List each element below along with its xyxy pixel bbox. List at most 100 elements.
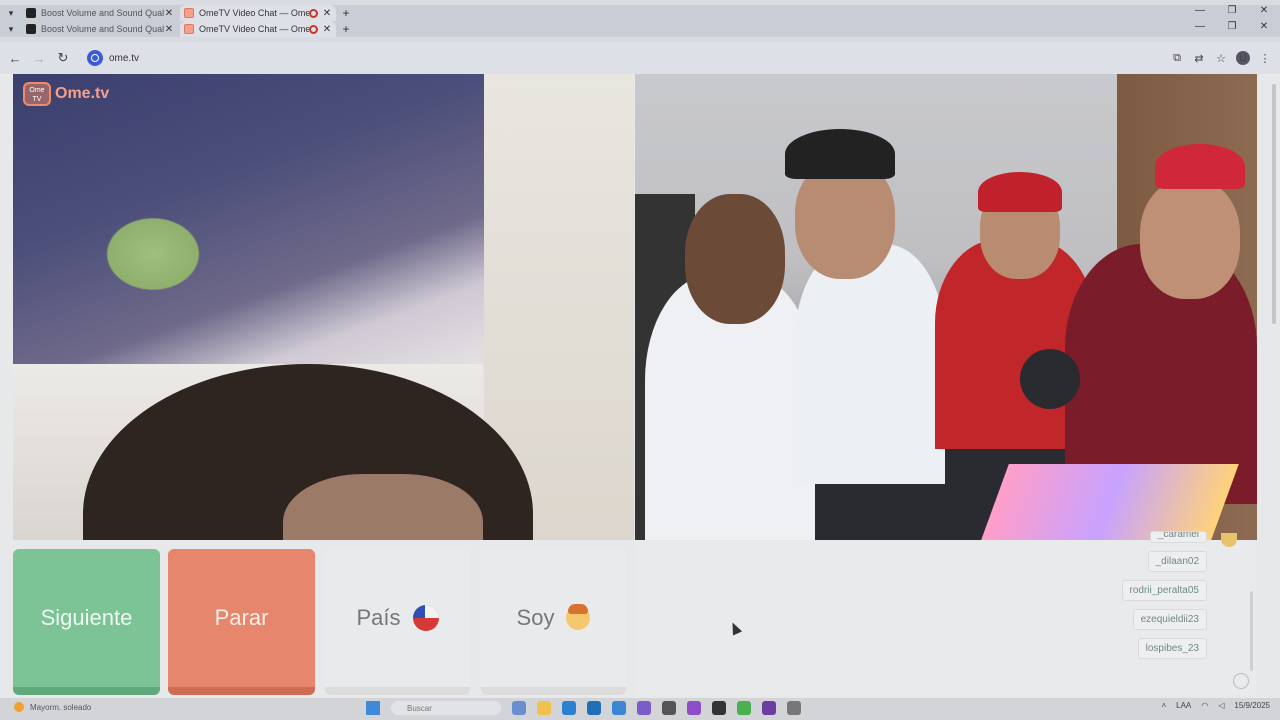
window-controls: — ❐ ✕	[1184, 21, 1280, 32]
remote-video	[635, 74, 1257, 540]
tab-search-chevron-icon[interactable]: ▾	[0, 8, 22, 19]
chat-username[interactable]: lospibes_23	[1137, 638, 1207, 659]
emoji-picker-icon[interactable]	[1233, 673, 1249, 689]
close-tab-icon[interactable]: ✕	[164, 24, 174, 35]
weather-widget[interactable]: Mayorm. soleado	[14, 702, 91, 712]
ometv-page: Ome TV Ome.tv Siguiente Parar País Soy _…	[0, 74, 1280, 698]
country-button[interactable]: País	[325, 549, 470, 695]
page-scrollbar[interactable]	[1272, 84, 1276, 324]
remote-person-4-cap	[1155, 144, 1245, 189]
forward-icon[interactable]: →	[27, 51, 51, 66]
remote-person-2-cap	[785, 129, 895, 179]
site-info-icon[interactable]	[87, 50, 103, 66]
close-window-icon[interactable]: ✕	[1248, 21, 1280, 32]
ometv-logo-badge: Ome TV	[23, 82, 51, 106]
chile-flag-icon	[412, 605, 439, 631]
tab-favicon-icon	[26, 8, 36, 18]
sun-icon	[14, 702, 24, 712]
restore-icon[interactable]: ❐	[1216, 5, 1248, 16]
tab-title: OmeTV Video Chat — Ome	[199, 8, 309, 18]
store-icon[interactable]	[587, 701, 601, 715]
tab-boost-volume[interactable]: Boost Volume and Sound Qual ✕	[22, 5, 178, 21]
app-icon[interactable]	[687, 701, 701, 715]
new-tab-button[interactable]: +	[338, 22, 354, 36]
window-controls: — ❐ ✕	[1184, 5, 1280, 16]
local-user-face	[283, 474, 483, 540]
gender-button[interactable]: Soy	[481, 549, 626, 695]
ometv-favicon-icon	[184, 8, 194, 18]
app-icon[interactable]	[662, 701, 676, 715]
tab-boost-volume[interactable]: Boost Volume and Sound Qual ✕	[22, 21, 178, 37]
vscode-icon[interactable]	[612, 701, 626, 715]
menu-kebab-icon[interactable]: ⋮	[1258, 52, 1272, 65]
minimize-icon[interactable]: —	[1184, 5, 1216, 16]
bookmark-star-icon[interactable]: ☆	[1214, 52, 1228, 65]
ometv-favicon-icon	[184, 24, 194, 34]
rgb-keyboard	[981, 464, 1239, 540]
logo-text: Ome.tv	[55, 85, 110, 102]
chat-scrollbar[interactable]	[1250, 591, 1253, 671]
chat-username[interactable]: _caramel	[1149, 531, 1207, 543]
remote-person-4-head	[1140, 179, 1240, 299]
chrome-icon[interactable]	[737, 701, 751, 715]
country-label: País	[356, 605, 401, 630]
system-tray: ˄ LAA ◠ ◁ 15/9/2025	[1161, 701, 1270, 710]
tab-ometv[interactable]: OmeTV Video Chat — Ome ✕	[180, 21, 336, 37]
profile-avatar[interactable]: U	[1236, 51, 1250, 65]
taskbar-search[interactable]: Buscar	[391, 701, 501, 715]
next-button[interactable]: Siguiente	[13, 549, 160, 695]
cast-icon[interactable]: ⧉	[1170, 52, 1184, 65]
tab-title: Boost Volume and Sound Qual	[41, 8, 164, 18]
volume-icon[interactable]: ◁	[1218, 701, 1224, 710]
date-display[interactable]: 15/9/2025	[1234, 701, 1270, 710]
back-icon[interactable]: ←	[3, 51, 27, 66]
reload-icon[interactable]: ↻	[51, 50, 75, 66]
minimize-icon[interactable]: —	[1184, 21, 1216, 32]
ometv-logo: Ome TV Ome.tv	[23, 82, 109, 106]
chat-username[interactable]: ezequieldii23	[1132, 609, 1207, 630]
windows-taskbar: Mayorm. soleado Buscar ˄ LAA ◠ ◁ 15/9/20…	[0, 698, 1280, 720]
wifi-icon[interactable]: ◠	[1201, 701, 1208, 710]
edge-icon[interactable]	[562, 701, 576, 715]
chat-username[interactable]: rodrii_peralta05	[1121, 580, 1207, 601]
tab-title: OmeTV Video Chat — Ome	[199, 24, 309, 34]
tab-favicon-icon	[26, 24, 36, 34]
tab-ometv[interactable]: OmeTV Video Chat — Ome ✕	[180, 5, 336, 21]
chat-username[interactable]: _dilaan02	[1147, 551, 1207, 572]
tab-strip-2: ▾ Boost Volume and Sound Qual ✕ OmeTV Vi…	[0, 21, 1280, 37]
local-video: Ome TV Ome.tv	[13, 74, 634, 540]
gender-label: Soy	[516, 605, 555, 630]
taskbar-apps: Buscar	[366, 701, 801, 715]
close-tab-icon[interactable]: ✕	[322, 24, 332, 35]
file-explorer-icon[interactable]	[537, 701, 551, 715]
restore-icon[interactable]: ❐	[1216, 21, 1248, 32]
tab-title: Boost Volume and Sound Qual	[41, 24, 164, 34]
remote-person-2	[795, 244, 945, 484]
language-indicator[interactable]: LAA	[1176, 701, 1191, 710]
microphone	[1020, 349, 1080, 409]
windows-start-icon[interactable]	[366, 701, 380, 715]
new-tab-button[interactable]: +	[338, 6, 354, 20]
url-field[interactable]: ome.tv	[109, 53, 139, 64]
app-icon[interactable]	[637, 701, 651, 715]
tray-overflow-icon[interactable]: ˄	[1161, 701, 1166, 710]
emoji-partial-icon	[1221, 533, 1237, 547]
app-icon[interactable]	[762, 701, 776, 715]
translate-icon[interactable]: ⇄	[1192, 52, 1206, 65]
weather-text: Mayorm. soleado	[30, 702, 92, 712]
remote-person-3-cap	[978, 172, 1062, 212]
chat-message-list: _caramel _dilaan02 rodrii_peralta05 ezeq…	[1121, 531, 1207, 659]
logo-badge-line2: TV	[32, 96, 42, 103]
stop-button[interactable]: Parar	[168, 549, 315, 695]
close-window-icon[interactable]: ✕	[1248, 5, 1280, 16]
close-tab-icon[interactable]: ✕	[164, 8, 174, 19]
tab-search-chevron-icon[interactable]: ▾	[0, 24, 22, 35]
logo-badge-line1: Ome	[29, 87, 45, 94]
recording-indicator-icon	[309, 8, 318, 18]
app-icon[interactable]	[712, 701, 726, 715]
chat-panel: _caramel _dilaan02 rodrii_peralta05 ezeq…	[635, 531, 1257, 695]
app-icon[interactable]	[787, 701, 801, 715]
task-view-icon[interactable]	[512, 701, 526, 715]
address-bar: ← → ↻ ome.tv ⧉ ⇄ ☆ U ⋮	[0, 42, 1280, 74]
close-tab-icon[interactable]: ✕	[322, 8, 332, 19]
